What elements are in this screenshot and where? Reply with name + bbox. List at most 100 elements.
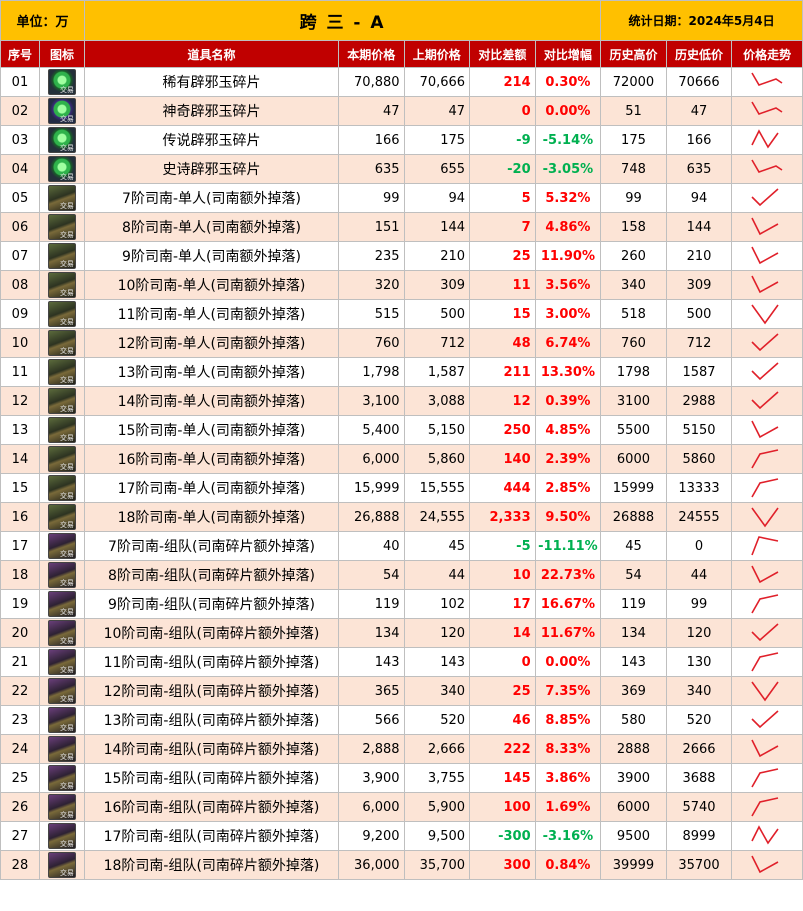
item-icon-cell: 交易 [38, 850, 85, 880]
row-number: 16 [0, 502, 40, 532]
column-header-row: 序号 图标 道具名称 本期价格 上期价格 对比差额 对比增幅 历史高价 历史低价… [0, 40, 803, 68]
trade-tag: 交易 [59, 318, 74, 326]
current-price: 566 [337, 705, 405, 735]
item-icon-cell: 交易 [38, 444, 85, 474]
table-row: 04 交易 史诗辟邪玉碎片 635 655 -20 -3.05% 748 635 [0, 154, 803, 184]
current-price: 40 [337, 531, 405, 561]
trade-tag: 交易 [59, 144, 74, 152]
table-row: 14 交易 16阶司南-单人(司南额外掉落) 6,000 5,860 140 2.39% 60… [0, 444, 803, 474]
item-name: 16阶司南-组队(司南碎片额外掉落) [83, 792, 339, 822]
box-icon: 交易 [47, 504, 76, 530]
table-row: 27 交易 17阶司南-组队(司南碎片额外掉落) 9,200 9,500 -300 -3.1… [0, 821, 803, 851]
item-icon-cell: 交易 [38, 792, 85, 822]
history-high: 6000 [600, 792, 667, 822]
item-name: 18阶司南-单人(司南额外掉落) [83, 502, 339, 532]
trend-sparkline [751, 275, 779, 294]
price-trend-cell [731, 821, 803, 851]
trend-sparkline [751, 188, 779, 207]
row-number: 27 [0, 821, 40, 851]
trend-sparkline [751, 101, 783, 115]
trend-sparkline [751, 681, 779, 702]
price-trend-cell [731, 444, 803, 474]
price-trend-cell [731, 560, 803, 590]
trade-tag: 交易 [59, 405, 74, 413]
history-low: 712 [665, 328, 733, 358]
item-name: 稀有辟邪玉碎片 [83, 67, 339, 97]
trend-line [751, 159, 783, 173]
item-icon-cell: 交易 [38, 154, 85, 184]
history-high: 54 [600, 560, 667, 590]
current-price: 3,100 [337, 386, 405, 416]
row-number: 15 [0, 473, 40, 503]
price-difference: 15 [469, 299, 536, 329]
previous-price: 5,900 [403, 792, 471, 822]
history-high: 119 [600, 589, 667, 619]
trend-sparkline [751, 217, 779, 236]
col-header-history-low: 历史低价 [665, 40, 733, 68]
item-icon-cell: 交易 [38, 386, 85, 416]
change-percent: 0.39% [534, 386, 602, 416]
history-high: 9500 [600, 821, 667, 851]
unit-label: 单位：万 [0, 0, 85, 41]
price-difference: 48 [469, 328, 536, 358]
previous-price: 3,755 [403, 763, 471, 793]
history-low: 70666 [665, 67, 733, 97]
box-icon: 交易 [47, 301, 76, 327]
trend-line [751, 188, 779, 207]
change-percent: 22.73% [534, 560, 602, 590]
row-number: 22 [0, 676, 40, 706]
item-name: 17阶司南-组队(司南碎片额外掉落) [83, 821, 339, 851]
current-price: 36,000 [337, 850, 405, 880]
current-price: 26,888 [337, 502, 405, 532]
trend-line [751, 101, 783, 115]
col-header-no: 序号 [0, 40, 40, 68]
trend-line [751, 129, 779, 149]
row-number: 09 [0, 299, 40, 329]
table-row: 11 交易 13阶司南-单人(司南额外掉落) 1,798 1,587 211 13.30% 1… [0, 357, 803, 387]
trend-sparkline [751, 565, 779, 584]
box-icon: 交易 [47, 359, 76, 385]
current-price: 760 [337, 328, 405, 358]
table-row: 24 交易 14阶司南-组队(司南碎片额外掉落) 2,888 2,666 222 8.33%… [0, 734, 803, 764]
price-difference: 7 [469, 212, 536, 242]
trend-line [751, 825, 779, 845]
item-name: 9阶司南-组队(司南碎片额外掉落) [83, 589, 339, 619]
trend-line [751, 275, 779, 294]
title-bar: 单位：万 跨 三 - A 统计日期：2024年5月4日 [0, 0, 803, 41]
item-icon-cell: 交易 [38, 328, 85, 358]
item-icon-cell: 交易 [38, 270, 85, 300]
item-icon-cell: 交易 [38, 734, 85, 764]
price-difference: 25 [469, 241, 536, 271]
item-name: 10阶司南-单人(司南额外掉落) [83, 270, 339, 300]
row-number: 04 [0, 154, 40, 184]
trend-line [751, 623, 779, 642]
trend-line [751, 449, 779, 469]
row-number: 24 [0, 734, 40, 764]
table-row: 13 交易 15阶司南-单人(司南额外掉落) 5,400 5,150 250 4.85% 55… [0, 415, 803, 445]
trade-tag: 交易 [59, 550, 74, 558]
table-row: 10 交易 12阶司南-单人(司南额外掉落) 760 712 48 6.74% 760 712 [0, 328, 803, 358]
history-high: 340 [600, 270, 667, 300]
item-name: 史诗辟邪玉碎片 [83, 154, 339, 184]
previous-price: 520 [403, 705, 471, 735]
price-trend-cell [731, 154, 803, 184]
trade-tag: 交易 [59, 231, 74, 239]
change-percent: 2.39% [534, 444, 602, 474]
history-high: 5500 [600, 415, 667, 445]
previous-price: 210 [403, 241, 471, 271]
history-low: 3688 [665, 763, 733, 793]
change-percent: 7.35% [534, 676, 602, 706]
previous-price: 2,666 [403, 734, 471, 764]
table-row: 23 交易 13阶司南-组队(司南碎片额外掉落) 566 520 46 8.85% 580 52… [0, 705, 803, 735]
trade-tag: 交易 [59, 86, 74, 94]
trade-tag: 交易 [59, 753, 74, 761]
item-icon-cell: 交易 [38, 299, 85, 329]
table-row: 03 交易 传说辟邪玉碎片 166 175 -9 -5.14% 175 166 [0, 125, 803, 155]
box-icon: 交易 [47, 330, 76, 356]
item-name: 8阶司南-单人(司南额外掉落) [83, 212, 339, 242]
history-low: 340 [665, 676, 733, 706]
trade-tag: 交易 [59, 173, 74, 181]
price-table: 单位：万 跨 三 - A 统计日期：2024年5月4日 序号 图标 道具名称 本… [0, 0, 803, 880]
change-percent: 5.32% [534, 183, 602, 213]
table-row: 18 交易 8阶司南-组队(司南碎片额外掉落) 54 44 10 22.73% 54 44 [0, 560, 803, 590]
